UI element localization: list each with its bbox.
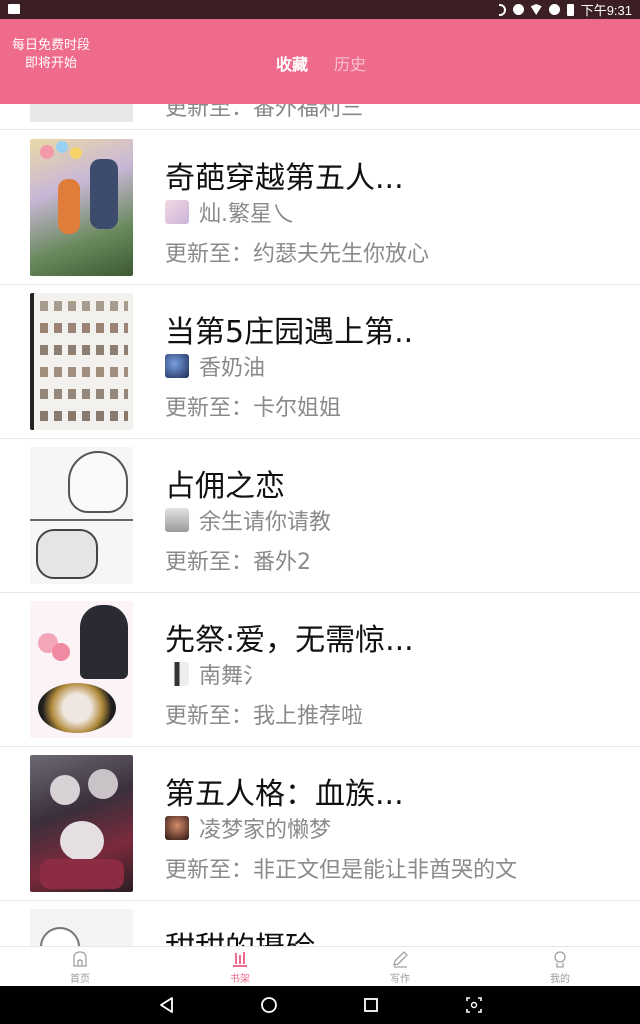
book-title: 奇葩穿越第五人... — [165, 161, 404, 196]
book-cover — [30, 447, 133, 584]
book-author: 灿.繁星乀 — [199, 202, 294, 227]
tab-history[interactable]: 历史 — [334, 51, 366, 75]
author-line: 南舞氵 — [165, 661, 266, 689]
nav-label: 书架 — [230, 974, 250, 985]
book-author: 南舞氵 — [199, 664, 266, 689]
bookshelf-list[interactable]: 更新至：番外福利三 奇葩穿越第五人... 灿.繁星乀 更新至：约瑟夫先生你放心 … — [0, 104, 640, 946]
do-not-disturb-icon — [512, 4, 524, 15]
battery-icon — [566, 3, 574, 16]
book-update: 更新至：卡尔姐姐 — [165, 396, 342, 421]
book-author: 凌梦家的懒梦 — [199, 818, 332, 843]
list-item[interactable]: 奇葩穿越第五人... 灿.繁星乀 更新至：约瑟夫先生你放心 — [0, 131, 640, 285]
status-icons: 下午9:31 — [498, 1, 632, 18]
list-item[interactable]: 先祭:爱，无需惊... 南舞氵 更新至：我上推荐啦 — [0, 593, 640, 747]
back-icon[interactable] — [157, 995, 177, 1015]
list-item[interactable]: 第五人格：血族... 凌梦家的懒梦 更新至：非正文但是能让非酋哭的文 — [0, 747, 640, 901]
book-title: 先祭:爱，无需惊... — [165, 623, 414, 658]
author-avatar — [165, 816, 189, 840]
app-header: 每日免费时段 即将开始 收藏 历史 — [0, 19, 640, 104]
home-icon — [73, 951, 87, 967]
status-bar: 下午9:31 — [0, 0, 640, 19]
data-saver-icon — [548, 4, 560, 15]
book-cover — [30, 139, 133, 276]
author-line: 凌梦家的懒梦 — [165, 815, 332, 843]
bookshelf-icon — [233, 952, 247, 967]
recents-icon[interactable] — [361, 995, 381, 1015]
pencil-icon — [393, 951, 408, 968]
profile-icon — [554, 951, 566, 968]
home-circle-icon[interactable] — [259, 995, 279, 1015]
book-title: 当第5庄园遇上第.. — [165, 315, 414, 350]
book-update: 更新至：番外2 — [165, 550, 311, 575]
shelf-tabs: 收藏 历史 — [0, 19, 640, 104]
bottom-nav: 首页 书架 写作 我的 — [0, 946, 640, 986]
book-title: 第五人格：血族... — [165, 777, 404, 812]
wifi-icon — [530, 4, 542, 15]
list-item[interactable]: 占佣之恋 余生请你请教 更新至：番外2 — [0, 439, 640, 593]
book-update: 更新至：我上推荐啦 — [165, 704, 364, 729]
nav-profile[interactable]: 我的 — [530, 950, 590, 985]
author-avatar — [165, 662, 189, 686]
book-update: 更新至：约瑟夫先生你放心 — [165, 242, 430, 267]
author-line: 灿.繁星乀 — [165, 199, 294, 227]
nav-write[interactable]: 写作 — [370, 950, 430, 985]
tab-favorites[interactable]: 收藏 — [276, 51, 308, 75]
nav-home[interactable]: 首页 — [50, 950, 110, 985]
book-title: 占佣之恋 — [165, 469, 285, 504]
author-line: 香奶油 — [165, 353, 266, 381]
bluetooth-icon — [498, 3, 506, 16]
book-cover — [30, 755, 133, 892]
book-author: 余生请你请教 — [199, 510, 332, 535]
nav-label: 我的 — [550, 974, 570, 985]
author-avatar — [165, 200, 189, 224]
author-avatar — [165, 508, 189, 532]
nav-bookshelf[interactable]: 书架 — [210, 950, 270, 985]
book-update: 更新至：番外福利三 — [165, 104, 364, 121]
image-notification-icon — [8, 4, 20, 14]
list-item[interactable]: 当第5庄园遇上第.. 香奶油 更新至：卡尔姐姐 — [0, 285, 640, 439]
list-item-partial[interactable]: 更新至：番外福利三 — [0, 104, 640, 130]
list-item[interactable]: 甜甜的摄硷 — [0, 901, 640, 946]
book-author: 香奶油 — [199, 356, 266, 381]
book-cover — [30, 909, 133, 946]
nav-label: 写作 — [390, 974, 410, 985]
book-cover — [30, 293, 133, 430]
book-title: 甜甜的摄硷 — [165, 923, 315, 946]
book-update: 更新至：非正文但是能让非酋哭的文 — [165, 858, 518, 883]
screenshot-icon[interactable] — [464, 995, 484, 1015]
author-line: 余生请你请教 — [165, 507, 332, 535]
status-time: 下午9:31 — [580, 3, 632, 18]
system-nav-bar — [0, 986, 640, 1024]
book-cover — [30, 104, 133, 122]
author-avatar — [165, 354, 189, 378]
nav-label: 首页 — [70, 974, 90, 985]
book-cover — [30, 601, 133, 738]
